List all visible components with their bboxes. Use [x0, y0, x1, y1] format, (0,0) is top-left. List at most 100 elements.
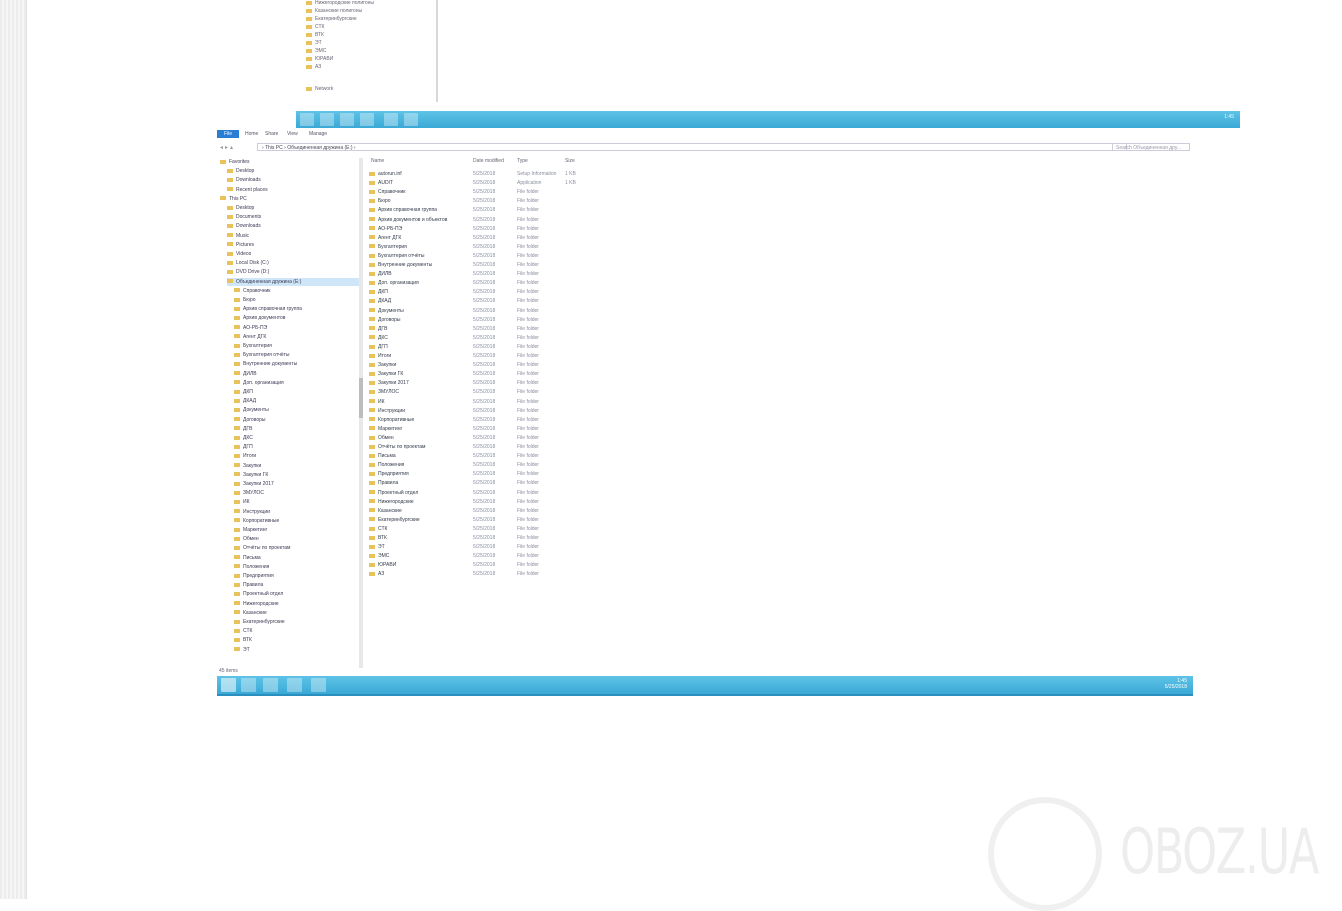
ribbon-tab-share[interactable]: Share [265, 131, 278, 137]
nav-item[interactable]: ЭТ [234, 646, 359, 654]
file-row[interactable]: Внутренние документы 5/25/2018 File folder [369, 261, 609, 270]
file-row[interactable]: АЗ 5/25/2018 File folder [369, 570, 609, 579]
nav-item[interactable]: ДГП [234, 443, 359, 451]
nav-item[interactable]: ДКП [234, 388, 359, 396]
file-row[interactable]: AUDIT 5/25/2018 Application 1 KB [369, 179, 609, 188]
file-row[interactable]: ДГП 5/25/2018 File folder [369, 343, 609, 352]
nav-scroll-thumb[interactable] [359, 378, 363, 418]
nav-item[interactable]: Письма [234, 554, 359, 562]
nav-item[interactable]: Объединенная дружина (E:) [227, 277, 359, 286]
file-row[interactable]: Справочник 5/25/2018 File folder [369, 188, 609, 197]
top-tree-item[interactable]: ЭМС [306, 48, 326, 55]
nav-item[interactable]: This PC [220, 195, 359, 203]
ribbon-tab-manage[interactable]: Manage [309, 131, 327, 137]
address-bar[interactable]: › This PC › Объединенная дружина (E:) › [257, 143, 1127, 151]
nav-item[interactable]: Агент ДГК [234, 333, 359, 341]
top-tree-item[interactable]: СТК [306, 24, 324, 31]
file-row[interactable]: Положения 5/25/2018 File folder [369, 461, 609, 470]
nav-item[interactable]: Архив документов [234, 314, 359, 322]
nav-item[interactable]: ЗМУЛОС [234, 489, 359, 497]
nav-item[interactable]: Инструкции [234, 508, 359, 516]
nav-item[interactable]: Закупки 2017 [234, 480, 359, 488]
column-name[interactable]: Name [371, 158, 384, 166]
file-row[interactable]: ЮРАВИ 5/25/2018 File folder [369, 561, 609, 570]
file-row[interactable]: Итоги 5/25/2018 File folder [369, 352, 609, 361]
top-tree-item[interactable]: Нижегородские полигоны [306, 0, 374, 7]
file-row[interactable]: ЭМС 5/25/2018 File folder [369, 552, 609, 561]
nav-item[interactable]: Local Disk (C:) [227, 259, 359, 267]
file-row[interactable]: ДИЛВ 5/25/2018 File folder [369, 270, 609, 279]
nav-item[interactable]: ДГВ [234, 425, 359, 433]
nav-scrollbar[interactable] [359, 158, 363, 668]
start-icon[interactable] [221, 678, 236, 692]
nav-item[interactable]: СТК [234, 627, 359, 635]
nav-item[interactable]: Казанские [234, 609, 359, 617]
ribbon-tab-home[interactable]: Home [245, 131, 258, 137]
file-row[interactable]: ДКС 5/25/2018 File folder [369, 334, 609, 343]
nav-item[interactable]: Доп. организация [234, 379, 359, 387]
file-row[interactable]: ИК 5/25/2018 File folder [369, 398, 609, 407]
powershell-icon[interactable] [340, 113, 354, 126]
ribbon-tab-view[interactable]: View [287, 131, 298, 137]
file-row[interactable]: Нижегородские 5/25/2018 File folder [369, 498, 609, 507]
taskbar-clock[interactable]: 1:45 5/25/2018 [1165, 678, 1187, 690]
nav-item[interactable]: Desktop [227, 167, 359, 175]
nav-item[interactable]: Закупки [234, 462, 359, 470]
file-row[interactable]: Отчёты по проектам 5/25/2018 File folder [369, 443, 609, 452]
server-manager-icon[interactable] [241, 678, 256, 692]
search-input[interactable]: Search Объединенная дру... [1112, 143, 1190, 151]
nav-item[interactable]: ИК [234, 498, 359, 506]
file-row[interactable]: ЗМУЛОС 5/25/2018 File folder [369, 388, 609, 397]
nav-item[interactable]: Документы [234, 406, 359, 414]
file-row[interactable]: АО-РБ-ПЭ 5/25/2018 File folder [369, 225, 609, 234]
file-row[interactable]: ЭТ 5/25/2018 File folder [369, 543, 609, 552]
file-row[interactable]: ДКП 5/25/2018 File folder [369, 288, 609, 297]
nav-item[interactable]: Videos [227, 250, 359, 258]
file-row[interactable]: Екатеринбургские 5/25/2018 File folder [369, 516, 609, 525]
nav-item[interactable]: Нижегородские [234, 600, 359, 608]
nav-item[interactable]: Recent places [227, 186, 359, 194]
powershell-icon[interactable] [263, 678, 278, 692]
explorer-icon[interactable] [360, 113, 374, 126]
nav-item[interactable]: Проектный отдел [234, 590, 359, 598]
nav-item[interactable]: Downloads [227, 176, 359, 184]
top-tree-item[interactable]: ЮРАВИ [306, 56, 333, 63]
nav-item[interactable]: ДКАД [234, 397, 359, 405]
nav-item[interactable]: Маркетинг [234, 526, 359, 534]
nav-item[interactable]: ДИЛВ [234, 370, 359, 378]
top-tree-item[interactable]: Казанские полигоны [306, 8, 362, 15]
file-row[interactable]: ВТК 5/25/2018 File folder [369, 534, 609, 543]
nav-item[interactable]: Правила [234, 581, 359, 589]
nav-item[interactable]: Documents [227, 213, 359, 221]
file-row[interactable]: Доп. организация 5/25/2018 File folder [369, 279, 609, 288]
file-row[interactable]: Закупки 2017 5/25/2018 File folder [369, 379, 609, 388]
nav-item[interactable]: АО-РБ-ПЭ [234, 324, 359, 332]
nav-item[interactable]: Бюро [234, 296, 359, 304]
file-row[interactable]: Маркетинг 5/25/2018 File folder [369, 425, 609, 434]
file-row[interactable]: Инструкции 5/25/2018 File folder [369, 407, 609, 416]
nav-item[interactable]: Архив справочная группа [234, 305, 359, 313]
nav-item[interactable]: Бухгалтерия [234, 342, 359, 350]
file-row[interactable]: Бюро 5/25/2018 File folder [369, 197, 609, 206]
top-tree-item[interactable]: ВТК [306, 32, 324, 39]
start-icon[interactable] [300, 113, 314, 126]
file-row[interactable]: Архив документов и объектов 5/25/2018 File… [369, 216, 609, 225]
nav-item[interactable]: ВТК [234, 636, 359, 644]
nav-item[interactable]: Внутренние документы [234, 360, 359, 368]
file-row[interactable]: autorun.inf 5/25/2018 Setup Information 1 K… [369, 170, 609, 179]
nav-item[interactable]: Отчёты по проектам [234, 544, 359, 552]
nav-item[interactable]: Положения [234, 563, 359, 571]
file-row[interactable]: Проектный отдел 5/25/2018 File folder [369, 489, 609, 498]
file-row[interactable]: Архив справочная группа 5/25/2018 File fol… [369, 206, 609, 215]
nav-item[interactable]: Бухгалтерия отчёты [234, 351, 359, 359]
folder-icon[interactable] [404, 113, 418, 126]
file-row[interactable]: Договоры 5/25/2018 File folder [369, 316, 609, 325]
explorer-icon[interactable] [287, 678, 302, 692]
column-date[interactable]: Date modified [473, 158, 504, 166]
nav-item[interactable]: Закупки ГК [234, 471, 359, 479]
file-row[interactable]: ДКАД 5/25/2018 File folder [369, 297, 609, 306]
file-row[interactable]: Документы 5/25/2018 File folder [369, 307, 609, 316]
server-manager-icon[interactable] [320, 113, 334, 126]
top-tree-item[interactable]: АЗ [306, 64, 321, 71]
nav-item[interactable]: Предприятия [234, 572, 359, 580]
